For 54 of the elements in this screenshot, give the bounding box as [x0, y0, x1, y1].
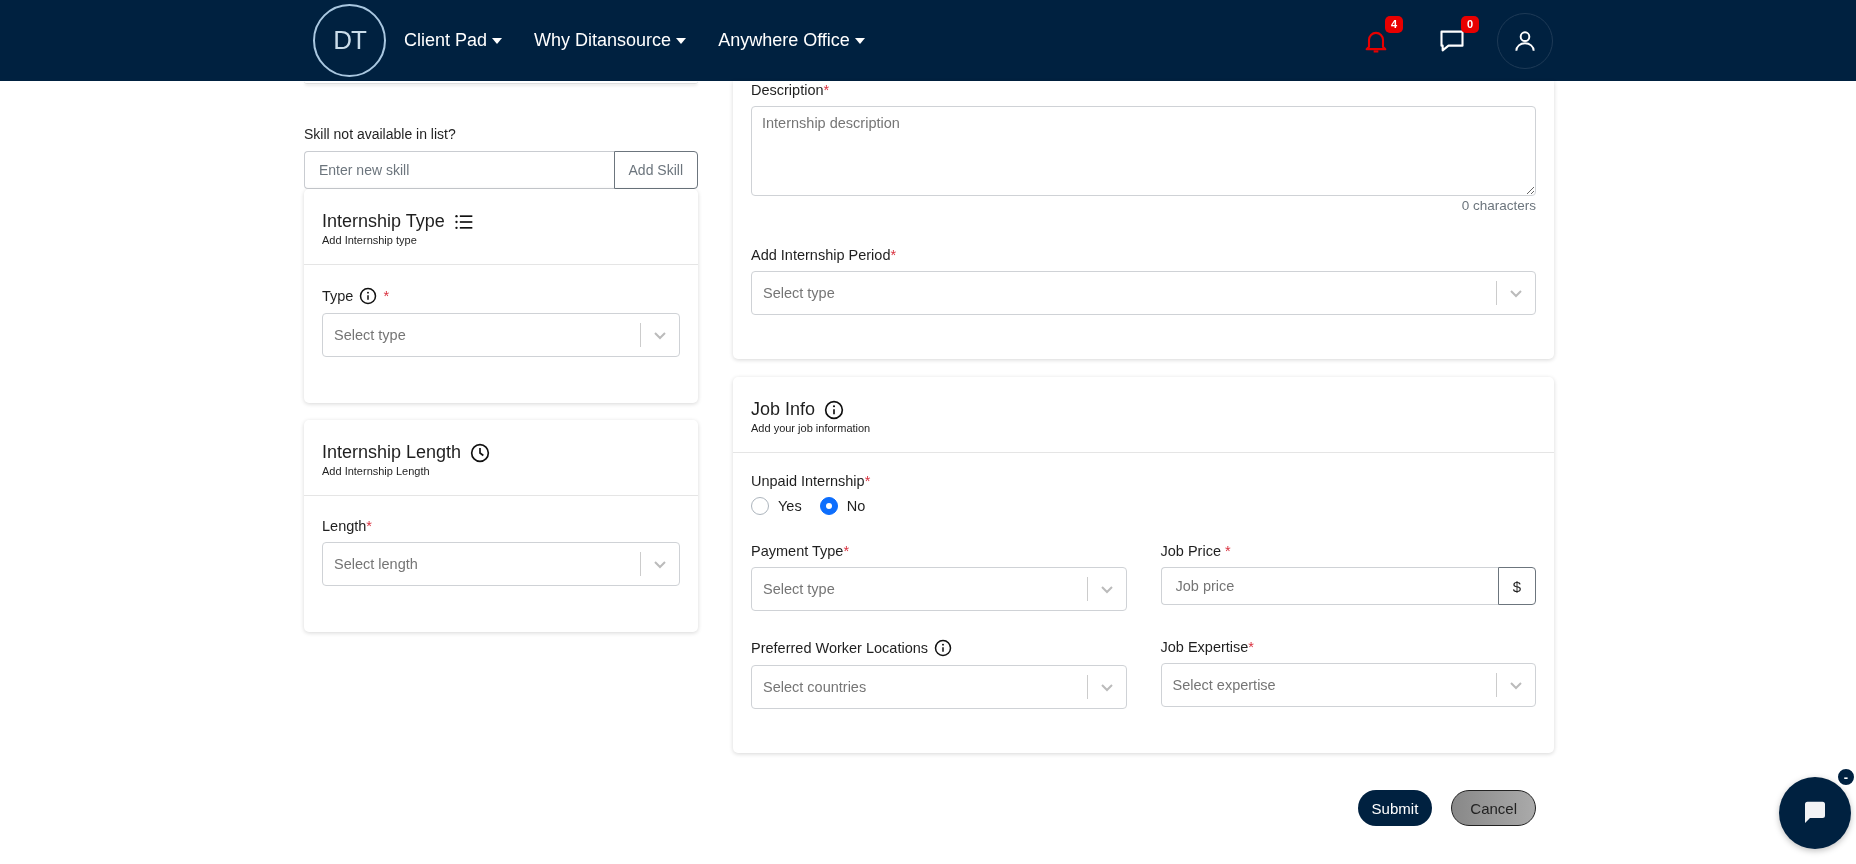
character-counter: 0 characters: [1461, 198, 1536, 213]
field-label: Unpaid Internship*: [751, 473, 871, 489]
chevron-down-icon: [653, 559, 667, 569]
nav-menu[interactable]: Anywhere Office: [718, 30, 865, 51]
field-label: Type: [322, 288, 354, 304]
add-skill-button[interactable]: Add Skill: [613, 151, 698, 189]
field-label: Payment Type*: [751, 543, 850, 559]
card-subtitle: Add your job information: [751, 422, 872, 434]
select-dropdown[interactable]: Select length: [322, 542, 680, 586]
required-mark: *: [383, 288, 390, 304]
currency-addon: $: [1498, 567, 1536, 605]
chevron-down-icon: [1509, 288, 1523, 298]
select-dropdown[interactable]: Select type: [751, 271, 1536, 315]
caret-icon: [676, 37, 687, 44]
logo[interactable]: DT: [313, 4, 386, 77]
skill-input[interactable]: Enter new skill: [304, 151, 614, 189]
submit-button[interactable]: Submit: [1357, 790, 1433, 826]
card-subtitle: Add Internship Length: [322, 465, 431, 477]
count-badge: 4: [1384, 15, 1403, 33]
info-icon: [824, 399, 845, 420]
select-dropdown[interactable]: Select type: [751, 567, 1127, 611]
price-input[interactable]: Job price: [1160, 567, 1498, 605]
select-dropdown[interactable]: Select type: [322, 313, 680, 357]
radio-button[interactable]: [819, 497, 838, 515]
prompt-text: Skill not available in list?: [304, 126, 457, 142]
select-dropdown[interactable]: Select expertise: [1160, 663, 1536, 707]
radio-button[interactable]: [751, 497, 769, 515]
chevron-down-icon: [1099, 584, 1114, 594]
nav-menu[interactable]: Client Pad: [404, 30, 503, 51]
card-subtitle: Add Internship type: [322, 234, 418, 246]
field-label: Add Internship Period*: [751, 247, 897, 263]
field-label: Preferred Worker Locations: [751, 640, 929, 656]
select-dropdown[interactable]: Select countries: [751, 665, 1127, 709]
card-title: Internship Length: [322, 442, 462, 463]
field-label: Length*: [322, 518, 372, 534]
clock-icon: [470, 442, 491, 463]
card-title: Job Info: [751, 399, 816, 420]
count-badge: 0: [1460, 15, 1479, 33]
radio-label: No: [846, 498, 866, 514]
radio-label: Yes: [778, 498, 802, 514]
nav-menu[interactable]: Why Ditansource: [534, 30, 687, 51]
minimize-badge[interactable]: -: [1836, 767, 1856, 787]
cancel-button[interactable]: Cancel: [1451, 790, 1536, 826]
chevron-down-icon: [1099, 682, 1114, 692]
field-label: Job Price *: [1160, 543, 1231, 559]
field-label: Job Expertise*: [1160, 639, 1254, 655]
chat-widget-button[interactable]: [1779, 777, 1851, 849]
field-label: Description*: [751, 82, 830, 98]
chevron-down-icon: [1509, 680, 1523, 690]
chevron-down-icon: [653, 330, 667, 340]
card-title: Internship Type: [322, 211, 445, 232]
caret-icon: [492, 37, 503, 44]
description-textarea[interactable]: Internship description: [751, 106, 1536, 196]
caret-icon: [854, 37, 865, 44]
